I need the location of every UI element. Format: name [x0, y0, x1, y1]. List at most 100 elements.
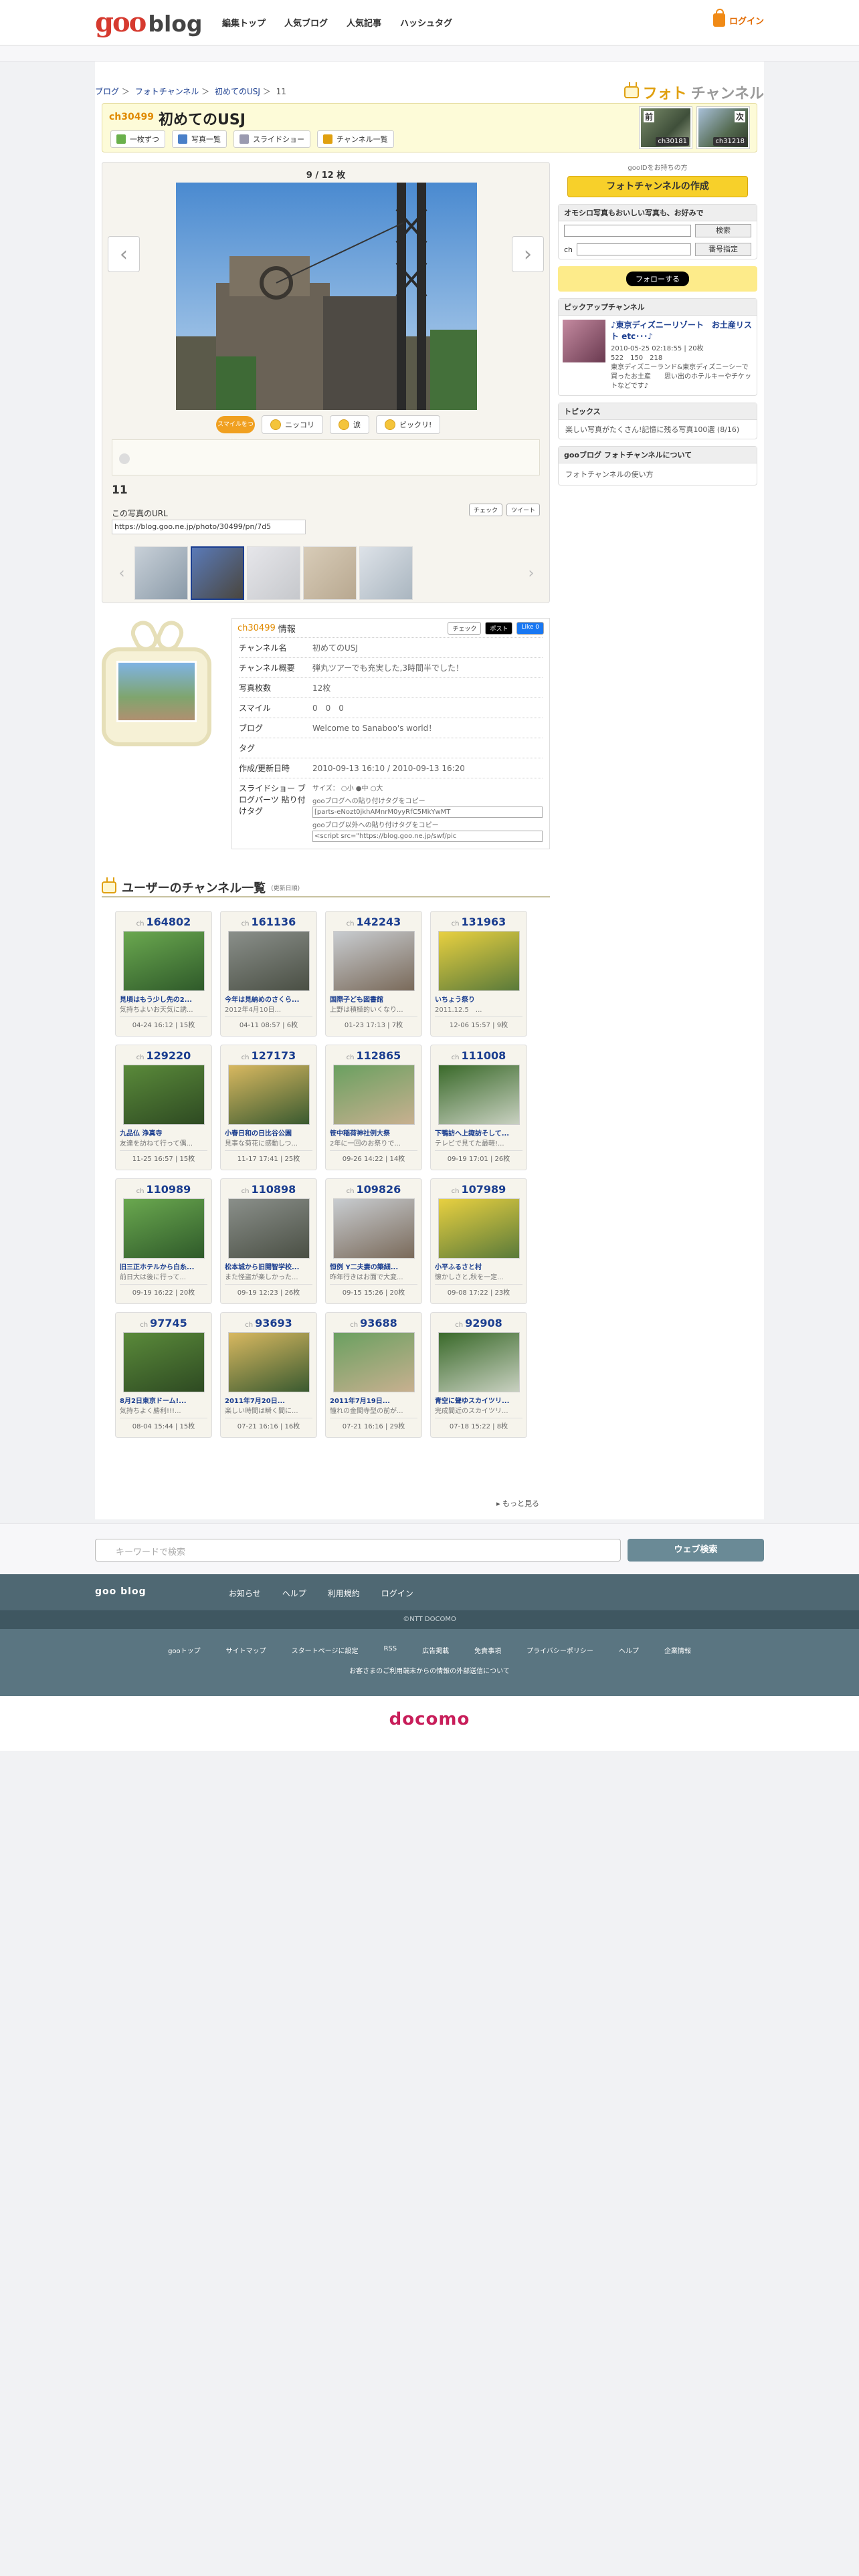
card-ch-number[interactable]: ch 131963 — [435, 916, 522, 928]
card-title[interactable]: いちょう祭り — [435, 994, 522, 1004]
strip-thumb[interactable] — [134, 546, 188, 600]
nav-hashtag[interactable]: ハッシュタグ — [400, 16, 452, 29]
web-search-button[interactable]: ウェブ検索 — [628, 1539, 764, 1562]
card-thumb[interactable] — [332, 1065, 415, 1125]
channel-card[interactable]: ch 92908 青空に聳ゆスカイツリ... 完成間近のスカイツリ... 07-18 1… — [430, 1312, 527, 1438]
pickup-link[interactable]: ♪東京ディズニーリゾート お土産リスト etc･･･♪ — [611, 320, 753, 342]
footer-link[interactable]: gooトップ — [168, 1645, 201, 1655]
card-thumb[interactable] — [122, 1065, 205, 1125]
card-ch-number[interactable]: ch 111008 — [435, 1049, 522, 1062]
channel-card[interactable]: ch 131963 いちょう祭り 2011.12.5 ... 12-06 15:57 |… — [430, 911, 527, 1037]
card-ch-number[interactable]: ch 142243 — [330, 916, 417, 928]
post-button[interactable]: ポスト — [485, 621, 513, 635]
topic-link[interactable]: 楽しい写真がたくさん!記憶に残る写真100選 — [565, 425, 714, 434]
channel-card[interactable]: ch 129220 九品仏 浄真寺 友達を訪ねて行って偶... 11-25 16:57 … — [115, 1045, 212, 1170]
ch-number-input[interactable] — [577, 243, 691, 255]
info-check-button[interactable]: チェック — [448, 621, 482, 635]
channel-card[interactable]: ch 164802 見頃はもう少し先の2... 気持ちよいお天気に誘... 04-24 … — [115, 911, 212, 1037]
card-title[interactable]: 青空に聳ゆスカイツリ... — [435, 1395, 522, 1405]
channel-card[interactable]: ch 111008 下鴨訪へ上諏訪そして... テレビで見てた最軽!... 09-19 … — [430, 1045, 527, 1170]
footer-help[interactable]: ヘルプ — [282, 1588, 306, 1599]
strip-thumb-current[interactable] — [191, 546, 244, 600]
card-ch-number[interactable]: ch 93688 — [330, 1317, 417, 1329]
card-ch-number[interactable]: ch 109826 — [330, 1183, 417, 1196]
data-notice-link[interactable]: お客さまのご利用端末からの情報の外部送信について — [0, 1665, 859, 1675]
search-button[interactable]: 検索 — [695, 224, 751, 237]
card-ch-number[interactable]: ch 107989 — [435, 1183, 522, 1196]
goo-tag-field[interactable]: [parts-eNozt0jkhAMnrM0yyRfC5MkYwMT — [312, 807, 543, 818]
prev-photo-button[interactable]: ‹ — [108, 236, 140, 272]
footer-news[interactable]: お知らせ — [229, 1588, 261, 1599]
nav-popular-articles[interactable]: 人気記事 — [347, 16, 381, 29]
channel-card[interactable]: ch 112865 笹中稲荷神社例大祭 2年に一回のお祭りで... 09-26 14:2… — [325, 1045, 422, 1170]
other-tag-field[interactable]: <script src="https://blog.goo.ne.jp/swf/… — [312, 831, 543, 842]
footer-login[interactable]: ログイン — [381, 1588, 413, 1599]
card-title[interactable]: 小平ふるさと村 — [435, 1261, 522, 1271]
smile-tears-button[interactable]: 涙 — [330, 415, 369, 434]
footer-link[interactable]: サイトマップ — [226, 1645, 266, 1655]
card-thumb[interactable] — [438, 931, 520, 991]
channel-card[interactable]: ch 97745 8月2日東京ドーム!... 気持ちよく勝利!!!... 08-04 1… — [115, 1312, 212, 1438]
card-thumb[interactable] — [438, 1332, 520, 1392]
card-thumb[interactable] — [122, 1198, 205, 1259]
create-channel-button[interactable]: フォトチャンネルの作成 — [567, 176, 748, 197]
channel-card[interactable]: ch 142243 国際子ども図書館 上野は積極的いくなり... 01-23 17:13… — [325, 911, 422, 1037]
photo-url-field[interactable]: https://blog.goo.ne.jp/photo/30499/pn/7d… — [112, 520, 306, 534]
card-ch-number[interactable]: ch 112865 — [330, 1049, 417, 1062]
card-ch-number[interactable]: ch 110989 — [120, 1183, 207, 1196]
tweet-button[interactable]: ツイート — [506, 504, 540, 516]
copy-goo-tag-button[interactable]: gooブログへの貼り付けタグをコピー — [312, 795, 543, 805]
check-button[interactable]: チェック — [468, 504, 502, 516]
channel-card[interactable]: ch 110989 旧三正ホテルから白糸... 前日大は後に行って... 09-19 1… — [115, 1178, 212, 1304]
card-title[interactable]: 8月2日東京ドーム!... — [120, 1395, 207, 1405]
card-thumb[interactable] — [227, 1198, 310, 1259]
footer-link[interactable]: 企業情報 — [664, 1645, 691, 1655]
card-title[interactable]: 国際子ども図書館 — [330, 994, 417, 1004]
channel-card[interactable]: ch 109826 恒例 Y二夫妻の築細... 昨年行きはお面で大変... 09-15 … — [325, 1178, 422, 1304]
next-channel-thumb[interactable]: 次 ch31218 — [696, 106, 750, 149]
one-by-one-button[interactable]: 一枚ずつ — [110, 130, 165, 148]
login-link[interactable]: ログイン — [712, 9, 764, 27]
prev-channel-thumb[interactable]: 前 ch30181 — [639, 106, 692, 149]
card-thumb[interactable] — [332, 1332, 415, 1392]
slideshow-button[interactable]: スライドショー — [233, 130, 310, 148]
nav-edit-top[interactable]: 編集トップ — [222, 16, 266, 29]
card-title[interactable]: 九品仏 浄真寺 — [120, 1128, 207, 1138]
card-thumb[interactable] — [332, 931, 415, 991]
keyword-input[interactable] — [564, 225, 691, 237]
footer-link[interactable]: 広告掲載 — [422, 1645, 449, 1655]
keyword-search-input[interactable]: キーワードで検索 — [95, 1539, 621, 1562]
card-thumb[interactable] — [227, 1065, 310, 1125]
card-thumb[interactable] — [438, 1198, 520, 1259]
channel-card[interactable]: ch 93688 2011年7月19日... 憧れの金閣寺型の前が... 07-21 1… — [325, 1312, 422, 1438]
card-title[interactable]: 下鴨訪へ上諏訪そして... — [435, 1128, 522, 1138]
smile-surprise-button[interactable]: ビックリ! — [376, 415, 441, 434]
card-title[interactable]: 旧三正ホテルから白糸... — [120, 1261, 207, 1271]
size-small-radio[interactable]: 小 — [347, 785, 354, 792]
photo-channel-brand[interactable]: フォト チャンネル — [624, 82, 764, 103]
card-ch-number[interactable]: ch 93693 — [225, 1317, 312, 1329]
pickup-thumb[interactable] — [563, 320, 605, 362]
next-photo-button[interactable]: › — [512, 236, 544, 272]
card-ch-number[interactable]: ch 110898 — [225, 1183, 312, 1196]
channel-card[interactable]: ch 127173 小春日和の日比谷公園 見事な菊花に感動しつ... 11-17 17:… — [220, 1045, 317, 1170]
card-title[interactable]: 笹中稲荷神社例大祭 — [330, 1128, 417, 1138]
crumb-blog[interactable]: ブログ — [95, 87, 119, 96]
card-ch-number[interactable]: ch 164802 — [120, 916, 207, 928]
footer-link[interactable]: ヘルプ — [619, 1645, 639, 1655]
footer-link[interactable]: プライバシーポリシー — [527, 1645, 593, 1655]
crumb-photo-channel[interactable]: フォトチャンネル — [135, 87, 199, 96]
nav-popular-blog[interactable]: 人気ブログ — [284, 16, 328, 29]
footer-link[interactable]: スタートページに設定 — [292, 1645, 359, 1655]
footer-link[interactable]: 免責事項 — [474, 1645, 501, 1655]
more-link[interactable]: ▸ もっと見る — [496, 1498, 539, 1509]
channel-list-button[interactable]: チャンネル一覧 — [317, 130, 394, 148]
card-ch-number[interactable]: ch 161136 — [225, 916, 312, 928]
docomo-logo[interactable]: docomo — [0, 1709, 859, 1729]
card-title[interactable]: 2011年7月19日... — [330, 1395, 417, 1405]
strip-prev-icon[interactable]: ‹ — [112, 565, 132, 582]
number-button[interactable]: 番号指定 — [695, 243, 751, 256]
card-thumb[interactable] — [332, 1198, 415, 1259]
about-link[interactable]: フォトチャンネルの使い方 — [565, 470, 654, 479]
channel-card[interactable]: ch 93693 2011年7月20日... 楽しい時間は瞬く間に... 07-21 1… — [220, 1312, 317, 1438]
